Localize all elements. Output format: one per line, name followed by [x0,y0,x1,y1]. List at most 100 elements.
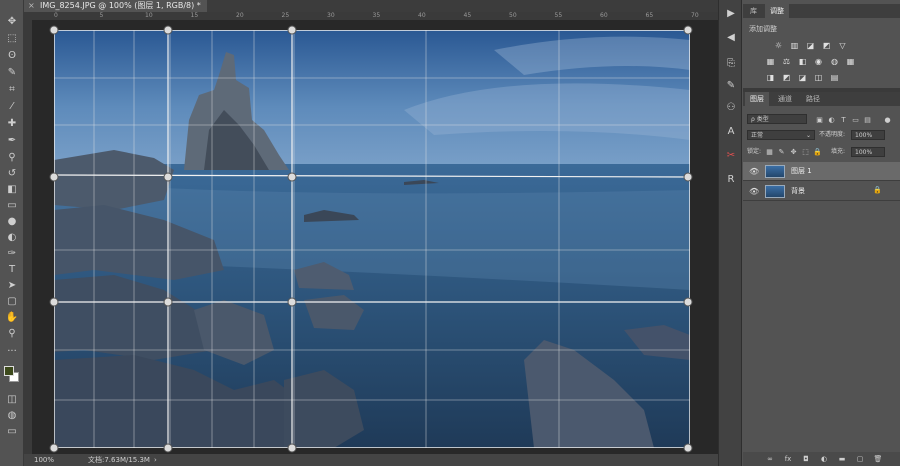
status-menu-arrow-icon[interactable]: › [154,454,157,466]
history-brush-tool-icon[interactable]: ↺ [4,166,20,180]
new-layer-icon[interactable]: ▢ [855,454,865,464]
opacity-input[interactable]: 100% [851,130,885,140]
tools-preset-icon[interactable]: ✂ [724,148,738,162]
adjustment-row2-icon[interactable]: ◉ [813,56,824,67]
adjustment-row1-icon[interactable]: ◪ [805,40,816,51]
adjustment-row3-icon[interactable]: ◩ [781,72,792,83]
layer-filter-select[interactable]: ρ 类型 [747,114,807,124]
horizontal-ruler: 0 5 10 15 20 25 30 35 40 45 50 55 60 65 70 [24,12,718,20]
lock-icon: 🔒 [873,186,882,194]
adjustments-tab[interactable]: 调整 [765,4,789,18]
document-size: 文档:7.63M/15.3M [88,456,150,464]
document-tab[interactable]: × IMG_8254.JPG @ 100% (图层 1, RGB/8) * [24,0,207,12]
new-adjustment-icon[interactable]: ◐ [819,454,829,464]
ruler-tick-label: 35 [372,12,381,19]
more-tools-icon[interactable]: ··· [4,344,20,358]
dodge-tool-icon[interactable]: ◐ [4,230,20,244]
move-tool-icon[interactable]: ✥ [4,14,20,28]
filter-shape-icon[interactable]: ▭ [851,115,860,124]
type-tool-icon[interactable]: T [4,262,20,276]
filter-smart-icon[interactable]: ▤ [863,115,872,124]
healing-brush-tool-icon[interactable]: ✚ [4,116,20,130]
fx-icon[interactable]: fx [783,454,793,464]
layers-tab[interactable]: 通道 [773,92,797,106]
adjustment-row3-icon[interactable]: ◫ [813,72,824,83]
collapse-icon[interactable]: ◀ [724,30,738,44]
new-group-icon[interactable]: ▬ [837,454,847,464]
path-select-tool-icon[interactable]: ➤ [4,278,20,292]
clone-source-icon[interactable]: ⚇ [724,100,738,114]
ruler-tick-label: 5 [99,12,104,19]
photo-canvas[interactable] [54,30,690,448]
zoom-tool-icon[interactable]: ⚲ [4,326,20,340]
paragraph-icon[interactable]: R [724,172,738,186]
ruler-tick-label: 0 [54,12,58,19]
lasso-tool-icon[interactable]: ʘ [4,48,20,62]
adjustment-row1-icon[interactable]: ▽ [837,40,848,51]
tools-panel: ✥ ⬚ ʘ ✎ ⌗ ⁄ ✚ ✒ ⚲ ↺ ◧ ▭ ● ◐ ✑ T ➤ ▢ ✋ ⚲ ··· ◫ ◍ ▭ [0,0,24,466]
adjustment-row2-icon[interactable]: ⚖ [781,56,792,67]
layers-tab[interactable]: 图层 [745,92,769,106]
delete-layer-icon[interactable]: 🗑 [873,454,883,464]
filter-adjustment-icon[interactable]: ◐ [827,115,836,124]
adjustment-row2-icon[interactable]: ◍ [829,56,840,67]
blend-mode-value: 正常 [751,132,764,139]
shape-tool-icon[interactable]: ▢ [4,294,20,308]
eraser-tool-icon[interactable]: ◧ [4,182,20,196]
hand-tool-icon[interactable]: ✋ [4,310,20,324]
quick-select-tool-icon[interactable]: ✎ [4,65,20,79]
adjustment-row3-icon[interactable]: ◨ [765,72,776,83]
adjustment-row2-icon[interactable]: ▦ [845,56,856,67]
canvas-area[interactable] [24,12,718,454]
adjustment-row1-icon[interactable]: ☼ [773,40,784,51]
lock-all-icon[interactable]: 🔒 [813,147,822,156]
blend-mode-select[interactable]: 正常 ⌄ [747,130,815,140]
layers-tab[interactable]: 路径 [801,92,825,106]
ruler-tick-label: 15 [190,12,199,19]
quickmask-icon[interactable]: ◍ [4,408,20,422]
gradient-tool-icon[interactable]: ▭ [4,198,20,212]
opacity-value: 100% [855,132,873,139]
brush-settings-icon[interactable]: ✎ [724,78,738,92]
filter-toggle-icon[interactable]: ● [883,115,892,124]
layer-row[interactable]: 👁 图层 1 [743,162,900,181]
adjustment-row1-icon[interactable]: ◩ [821,40,832,51]
brush-tool-icon[interactable]: ✒ [4,133,20,147]
adjustment-row3-icon[interactable]: ▤ [829,72,840,83]
lock-artboard-icon[interactable]: ⬚ [801,147,810,156]
link-layers-icon[interactable]: ∞ [765,454,775,464]
layout-mode-icon[interactable]: ◫ [4,392,20,406]
adjustment-row2-icon[interactable]: ◧ [797,56,808,67]
play-icon[interactable]: ▶ [724,6,738,20]
right-panels: 库调整 添加调整 ☼ ▥ ◪ ◩ ▽ ▦ ⚖ ◧ ◉ ◍ ▦ ◨ ◩ ◪ ◫ ▤ 图层 通道 路径 ρ 类型 ▣ … [743,0,900,466]
ruler-tick-label: 10 [145,12,153,19]
chevron-down-icon: ⌄ [805,132,811,139]
visibility-eye-icon[interactable]: 👁 [749,187,759,196]
add-mask-icon[interactable]: ◘ [801,454,811,464]
lock-transparent-icon[interactable]: ▦ [765,147,774,156]
marquee-tool-icon[interactable]: ⬚ [4,31,20,45]
adjustment-row2-icon[interactable]: ▦ [765,56,776,67]
lock-pixels-icon[interactable]: ✎ [777,147,786,156]
blur-tool-icon[interactable]: ● [4,214,20,228]
history-icon[interactable]: ⎘ [724,56,738,70]
close-tab-icon[interactable]: × [28,0,35,12]
character-icon[interactable]: A [724,124,738,138]
stamp-tool-icon[interactable]: ⚲ [4,150,20,164]
ruler-tick-label: 40 [418,12,426,19]
layer-row[interactable]: 👁 背景 🔒 [743,182,900,201]
crop-tool-icon[interactable]: ⌗ [4,82,20,96]
zoom-level[interactable]: 100% [34,454,54,466]
screen-mode-icon[interactable]: ▭ [4,424,20,438]
pen-tool-icon[interactable]: ✑ [4,246,20,260]
adjustment-row3-icon[interactable]: ◪ [797,72,808,83]
eyedropper-tool-icon[interactable]: ⁄ [4,99,20,113]
foreground-color-swatch[interactable] [4,366,14,376]
lock-position-icon[interactable]: ✥ [789,147,798,156]
adjustment-row1-icon[interactable]: ▥ [789,40,800,51]
adjustments-tab[interactable]: 库 [745,4,762,18]
filter-type-icon[interactable]: T [839,115,848,124]
filter-pixel-icon[interactable]: ▣ [815,115,824,124]
visibility-eye-icon[interactable]: 👁 [749,167,759,176]
fill-input[interactable]: 100% [851,147,885,157]
